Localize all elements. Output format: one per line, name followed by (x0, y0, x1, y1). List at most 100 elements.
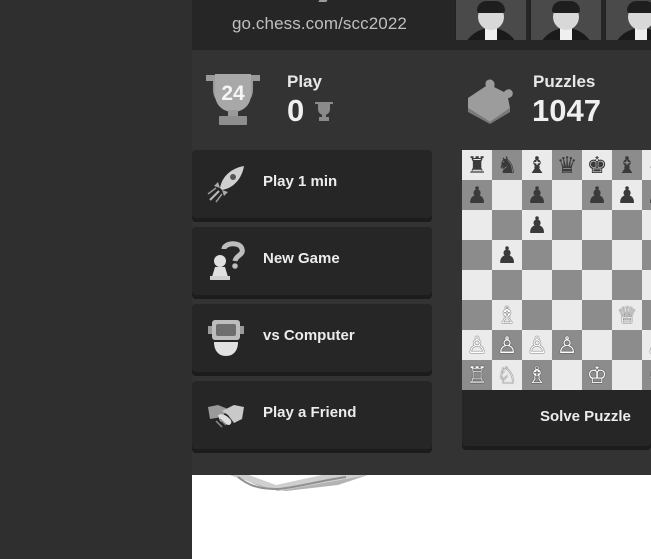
play-a-friend-button[interactable]: Play a Friend (192, 381, 432, 449)
black-pawn-icon: ♟ (496, 242, 518, 268)
board-square[interactable]: ♟ (582, 180, 612, 210)
board-square[interactable] (492, 270, 522, 300)
board-square[interactable]: ♝ (522, 150, 552, 180)
board-square[interactable] (612, 270, 642, 300)
board-square[interactable]: ♘ (642, 360, 651, 390)
black-knight-icon: ♞ (496, 152, 518, 178)
board-square[interactable]: ♙ (522, 330, 552, 360)
button-label: Play a Friend (263, 404, 357, 421)
board-square[interactable]: ♟ (522, 180, 552, 210)
board-square[interactable]: ♟ (492, 240, 522, 270)
white-pawn-icon: ♙ (526, 332, 548, 358)
puzzle-piece-icon (468, 79, 513, 124)
pawn-question-icon (210, 241, 245, 280)
white-bishop-icon: ♗ (496, 302, 518, 328)
puzzles-stat-label[interactable]: Puzzles (533, 72, 595, 92)
black-rook-icon: ♜ (466, 152, 488, 178)
board-square[interactable]: ♞ (492, 150, 522, 180)
board-square[interactable] (612, 360, 642, 390)
left-sidebar (0, 0, 192, 559)
robot-icon (208, 320, 244, 356)
board-square[interactable]: ♖ (462, 360, 492, 390)
black-pawn-icon: ♟ (586, 182, 608, 208)
black-pawn-icon: ♟ (616, 182, 638, 208)
rocket-icon (207, 166, 244, 203)
solve-puzzle-button[interactable]: Solve Puzzle (462, 390, 651, 446)
board-square[interactable] (582, 210, 612, 240)
board-square[interactable]: ♛ (552, 150, 582, 180)
board-square[interactable]: ♙ (552, 330, 582, 360)
player-avatar (530, 0, 601, 40)
puzzle-board[interactable]: ♜♞♝♛♚♝♞♜♟♟♟♟♟♟♟♟♗♕♙♙♙♙♙♙♖♘♗♔♘♖ (462, 150, 651, 390)
play-1-min-button[interactable]: Play 1 min (192, 150, 432, 218)
player-avatar (605, 0, 651, 40)
board-square[interactable] (642, 240, 651, 270)
white-king-icon: ♔ (586, 362, 608, 388)
board-square[interactable] (522, 300, 552, 330)
board-square[interactable]: ♟ (462, 180, 492, 210)
daily-puzzle-card: ♜♞♝♛♚♝♞♜♟♟♟♟♟♟♟♟♗♕♙♙♙♙♙♙♖♘♗♔♘♖ Solve Puz… (462, 150, 651, 448)
board-square[interactable] (462, 240, 492, 270)
board-square[interactable] (642, 300, 651, 330)
puzzles-stat-value: 1047 (532, 93, 601, 128)
board-square[interactable]: ♟ (642, 180, 651, 210)
board-square[interactable]: ♟ (612, 180, 642, 210)
board-square[interactable]: ♙ (462, 330, 492, 360)
board-square[interactable] (612, 240, 642, 270)
board-square[interactable] (582, 240, 612, 270)
white-pawn-icon: ♙ (496, 332, 518, 358)
board-square[interactable] (462, 210, 492, 240)
handshake-icon (208, 405, 244, 428)
board-square[interactable]: ♔ (582, 360, 612, 390)
board-square[interactable] (612, 330, 642, 360)
black-pawn-icon: ♟ (526, 182, 548, 208)
board-square[interactable]: ♕ (612, 300, 642, 330)
promo-banner[interactable]: go.chess.com/scc2022 (192, 0, 651, 50)
board-square[interactable] (552, 180, 582, 210)
board-square[interactable]: ♟ (522, 210, 552, 240)
board-square[interactable] (552, 360, 582, 390)
board-square[interactable] (582, 330, 612, 360)
white-pawn-icon: ♙ (466, 332, 488, 358)
board-square[interactable] (582, 300, 612, 330)
solve-puzzle-label: Solve Puzzle (540, 408, 631, 425)
toast-image (230, 475, 368, 491)
board-square[interactable]: ♝ (612, 150, 642, 180)
black-pawn-icon: ♟ (647, 180, 651, 210)
vs-computer-button[interactable]: vs Computer (192, 304, 432, 372)
new-game-button[interactable]: New Game (192, 227, 432, 295)
board-square[interactable]: ♞ (642, 150, 651, 180)
board-square[interactable]: ♚ (582, 150, 612, 180)
home-panel: go.chess.com/scc2022 24 Play 0 Puzzles 1… (192, 0, 651, 475)
black-bishop-icon: ♝ (526, 152, 548, 178)
play-stat-label[interactable]: Play (287, 72, 322, 92)
board-square[interactable] (642, 210, 651, 240)
black-knight-icon: ♞ (647, 150, 651, 180)
board-square[interactable]: ♗ (522, 360, 552, 390)
board-square[interactable] (462, 300, 492, 330)
board-square[interactable] (552, 210, 582, 240)
board-square[interactable]: ♜ (462, 150, 492, 180)
button-label: vs Computer (263, 327, 355, 344)
board-square[interactable]: ♙ (642, 330, 651, 360)
button-label: New Game (263, 250, 340, 267)
board-square[interactable] (552, 300, 582, 330)
article-preview (192, 475, 651, 559)
board-square[interactable] (582, 270, 612, 300)
board-square[interactable]: ♗ (492, 300, 522, 330)
white-pawn-icon: ♙ (556, 332, 578, 358)
banner-link[interactable]: go.chess.com/scc2022 (232, 14, 407, 34)
board-square[interactable] (492, 180, 522, 210)
board-square[interactable]: ♙ (492, 330, 522, 360)
board-square[interactable] (552, 270, 582, 300)
rating-badge: 24 (221, 82, 245, 105)
board-square[interactable] (552, 240, 582, 270)
board-square[interactable] (492, 210, 522, 240)
board-square[interactable] (522, 270, 552, 300)
board-square[interactable] (522, 240, 552, 270)
board-square[interactable] (462, 270, 492, 300)
board-square[interactable] (642, 270, 651, 300)
board-square[interactable] (612, 210, 642, 240)
board-square[interactable]: ♘ (492, 360, 522, 390)
player-avatar (455, 0, 526, 40)
